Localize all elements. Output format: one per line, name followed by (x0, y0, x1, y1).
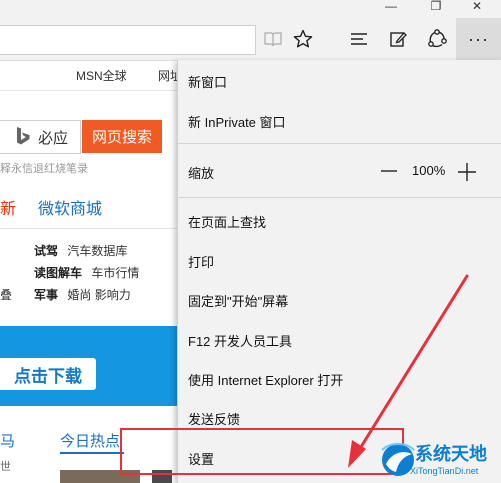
menu-item-new-inprivate-window[interactable]: 新 InPrivate 窗口 (188, 112, 286, 131)
tab-today-hot[interactable]: 今日热点 (60, 430, 120, 451)
category-row: 军事 婚尚 影响力 (34, 286, 131, 303)
category-row: 读图解车 车市行情 (34, 264, 139, 281)
nav-new-link[interactable]: 新 (0, 195, 16, 219)
menu-divider (177, 197, 501, 198)
category-link[interactable]: 试驾 (34, 244, 58, 258)
category-link[interactable]: 婚尚 影响力 (67, 288, 130, 302)
reading-view-icon[interactable] (258, 25, 288, 53)
zoom-level: 100% (412, 163, 446, 178)
zoom-out-button[interactable] (378, 160, 400, 182)
restore-icon[interactable]: ❐ (421, 0, 451, 14)
divider (0, 228, 180, 229)
menu-item-send-feedback[interactable]: 发送反馈 (188, 409, 240, 428)
menu-item-open-with-internet-explorer[interactable]: 使用 Internet Explorer 打开 (188, 370, 343, 389)
watermark-url: XiTongTianDi.net (410, 466, 479, 476)
address-bar[interactable] (0, 25, 256, 55)
search-hint[interactable]: 释永信退红烧笔录 (0, 160, 88, 176)
minimize-icon[interactable]: — (376, 0, 406, 14)
highlight-box (120, 428, 404, 475)
watermark-title: 系统天地 (415, 444, 487, 464)
web-note-icon[interactable] (383, 25, 413, 53)
bing-logo-icon (17, 127, 30, 145)
category-link[interactable]: 汽车数据库 (67, 244, 127, 258)
divider (0, 90, 180, 91)
share-icon[interactable] (422, 25, 452, 53)
favorite-star-icon[interactable] (288, 25, 318, 53)
category-link[interactable]: 军事 (34, 288, 58, 302)
menu-item-pin-to-start[interactable]: 固定到"开始"屏幕 (188, 291, 288, 310)
msn-global-link[interactable]: MSN全球 (76, 67, 127, 84)
category-row: 试驾 汽车数据库 (34, 242, 127, 259)
category-link[interactable]: 车市行情 (91, 266, 139, 280)
nav-microsoft-store-link[interactable]: 微软商城 (38, 195, 102, 219)
close-icon[interactable]: ✕ (462, 0, 492, 14)
menu-item-new-window[interactable]: 新窗口 (188, 72, 227, 91)
menu-item-f12-developer-tools[interactable]: F12 开发人员工具 (188, 331, 292, 350)
category-link[interactable]: 读图解车 (34, 266, 82, 280)
zoom-in-button[interactable] (455, 160, 479, 184)
active-tab-indicator (60, 452, 124, 454)
news-tab-fragment[interactable]: 马 (0, 430, 15, 451)
news-text-fragment: 世 (0, 461, 11, 473)
hub-icon[interactable] (344, 25, 374, 53)
menu-divider (177, 143, 501, 144)
menu-item-print[interactable]: 打印 (188, 252, 214, 271)
category-fragment: 叠 (0, 288, 13, 302)
menu-item-find-on-page[interactable]: 在页面上查找 (188, 212, 266, 231)
web-search-button[interactable]: 网页搜索 (82, 120, 162, 153)
bing-label: 必应 (38, 130, 69, 147)
download-button[interactable]: 点击下载 (0, 358, 96, 390)
more-icon[interactable]: ··· (456, 25, 501, 53)
menu-item-zoom-label: 缩放 (188, 166, 215, 181)
